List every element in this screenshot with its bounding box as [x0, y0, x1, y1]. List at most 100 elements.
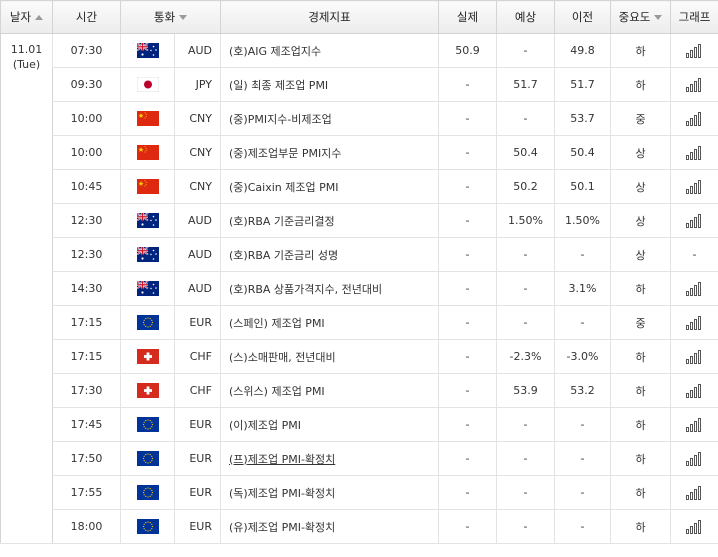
- bar-chart-icon[interactable]: [685, 77, 704, 92]
- forecast-cell: 50.4: [496, 135, 555, 170]
- table-row: 17:15 EUR (스페인) 제조업 PMI - - - 중: [1, 305, 718, 340]
- previous-cell: -: [554, 475, 611, 510]
- indicator-cell[interactable]: (스위스) 제조업 PMI: [220, 373, 439, 408]
- flag-cell: [120, 305, 175, 340]
- bar-chart-icon[interactable]: [685, 43, 704, 58]
- previous-cell: -3.0%: [554, 339, 611, 374]
- importance-cell: 하: [610, 339, 671, 374]
- date-cell: 11.01 (Tue): [0, 33, 53, 544]
- forecast-cell: -: [496, 441, 555, 476]
- actual-cell: -: [438, 271, 497, 306]
- graph-cell: [670, 169, 718, 204]
- currency-cell: CNY: [173, 101, 221, 136]
- indicator-cell[interactable]: (스)소매판매, 전년대비: [220, 339, 439, 374]
- graph-cell: [670, 339, 718, 374]
- previous-cell: 53.7: [554, 101, 611, 136]
- flag-ch-icon: [136, 349, 159, 364]
- time-cell: 09:30: [52, 67, 121, 102]
- actual-cell: -: [438, 67, 497, 102]
- indicator-link[interactable]: (프)제조업 PMI-확정치: [229, 453, 335, 466]
- actual-cell: -: [438, 169, 497, 204]
- table-row: 12:30 AUD (호)RBA 기준금리결정 -1.50% 1.50% 상: [1, 203, 718, 238]
- bar-chart-icon[interactable]: [685, 417, 704, 432]
- flag-eu-icon: [136, 451, 159, 466]
- indicator-cell[interactable]: (호)RBA 기준금리결정: [220, 203, 439, 238]
- indicator-cell[interactable]: (프)제조업 PMI-확정치: [220, 441, 439, 476]
- graph-cell: [670, 373, 718, 408]
- indicator-cell[interactable]: (중)PMI지수-비제조업: [220, 101, 439, 136]
- table-row: 12:30 AUD (호)RBA 기준금리 성명 - - - 상 -: [1, 237, 718, 272]
- col-importance-header[interactable]: 중요도: [610, 0, 672, 34]
- bar-chart-icon[interactable]: [685, 383, 704, 398]
- time-cell: 07:30: [52, 33, 121, 68]
- time-cell: 17:15: [52, 339, 121, 374]
- flag-eu-icon: [136, 315, 159, 330]
- graph-cell: [670, 101, 718, 136]
- time-cell: 10:45: [52, 169, 121, 204]
- flag-cell: [120, 67, 175, 102]
- previous-cell: 1.50%: [554, 203, 611, 238]
- currency-cell: CNY: [173, 169, 221, 204]
- indicator-cell[interactable]: (유)제조업 PMI-확정치: [220, 509, 439, 544]
- bar-chart-icon[interactable]: [685, 485, 704, 500]
- bar-chart-icon[interactable]: [685, 213, 704, 228]
- flag-cell: [120, 373, 175, 408]
- graph-cell: [670, 203, 718, 238]
- flag-au-icon: [136, 42, 159, 58]
- economic-calendar-table: 날자 시간 통화 경제지표 실제 예상 이전 중요도 그래프 11.01 (Tu…: [0, 0, 718, 544]
- flag-cell: [120, 203, 175, 238]
- bar-chart-icon[interactable]: [685, 451, 704, 466]
- importance-cell: 하: [610, 271, 671, 306]
- previous-cell: -: [554, 237, 611, 272]
- flag-cell: [120, 509, 175, 544]
- time-cell: 10:00: [52, 135, 121, 170]
- currency-cell: EUR: [173, 475, 221, 510]
- importance-cell: 하: [610, 33, 671, 68]
- importance-cell: 하: [610, 67, 671, 102]
- indicator-cell[interactable]: (호)RBA 상품가격지수, 전년대비: [220, 271, 439, 306]
- flag-cn-icon: [136, 111, 159, 126]
- forecast-cell: -: [496, 271, 555, 306]
- indicator-cell[interactable]: (호)RBA 기준금리 성명: [220, 237, 439, 272]
- importance-cell: 중: [610, 101, 671, 136]
- actual-cell: -: [438, 339, 497, 374]
- indicator-cell[interactable]: (중)제조업부문 PMI지수: [220, 135, 439, 170]
- date-day: 11.01: [10, 43, 43, 56]
- forecast-cell: 51.7: [496, 67, 555, 102]
- bar-chart-icon[interactable]: [685, 111, 704, 126]
- currency-cell: EUR: [173, 441, 221, 476]
- col-actual-header: 실제: [438, 0, 498, 34]
- forecast-cell: -: [496, 237, 555, 272]
- flag-cn-icon: [136, 145, 159, 160]
- importance-cell: 하: [610, 441, 671, 476]
- indicator-cell[interactable]: (이)제조업 PMI: [220, 407, 439, 442]
- currency-cell: JPY: [173, 67, 221, 102]
- bar-chart-icon[interactable]: [685, 349, 704, 364]
- bar-chart-icon[interactable]: [685, 281, 704, 296]
- indicator-cell[interactable]: (호)AIG 제조업지수: [220, 33, 439, 68]
- bar-chart-icon[interactable]: [685, 145, 704, 160]
- col-date-header[interactable]: 날자: [0, 0, 53, 34]
- previous-cell: 51.7: [554, 67, 611, 102]
- importance-cell: 상: [610, 237, 671, 272]
- graph-cell: [670, 67, 718, 102]
- indicator-cell[interactable]: (중)Caixin 제조업 PMI: [220, 169, 439, 204]
- indicator-cell[interactable]: (스페인) 제조업 PMI: [220, 305, 439, 340]
- actual-cell: -: [438, 373, 497, 408]
- col-currency-header[interactable]: 통화: [119, 0, 222, 34]
- indicator-cell[interactable]: (독)제조업 PMI-확정치: [220, 475, 439, 510]
- time-cell: 17:15: [52, 305, 121, 340]
- bar-chart-icon[interactable]: [685, 179, 704, 194]
- importance-cell: 하: [610, 373, 671, 408]
- table-row: 10:00 CNY (중)제조업부문 PMI지수 -50.4 50.4 상: [1, 135, 718, 170]
- importance-cell: 하: [610, 509, 671, 544]
- indicator-cell[interactable]: (일) 최종 제조업 PMI: [220, 67, 439, 102]
- time-cell: 17:45: [52, 407, 121, 442]
- importance-cell: 하: [610, 475, 671, 510]
- time-cell: 17:30: [52, 373, 121, 408]
- time-cell: 10:00: [52, 101, 121, 136]
- previous-cell: 50.1: [554, 169, 611, 204]
- bar-chart-icon[interactable]: [685, 519, 704, 534]
- bar-chart-icon[interactable]: [685, 315, 704, 330]
- flag-cn-icon: [136, 179, 159, 194]
